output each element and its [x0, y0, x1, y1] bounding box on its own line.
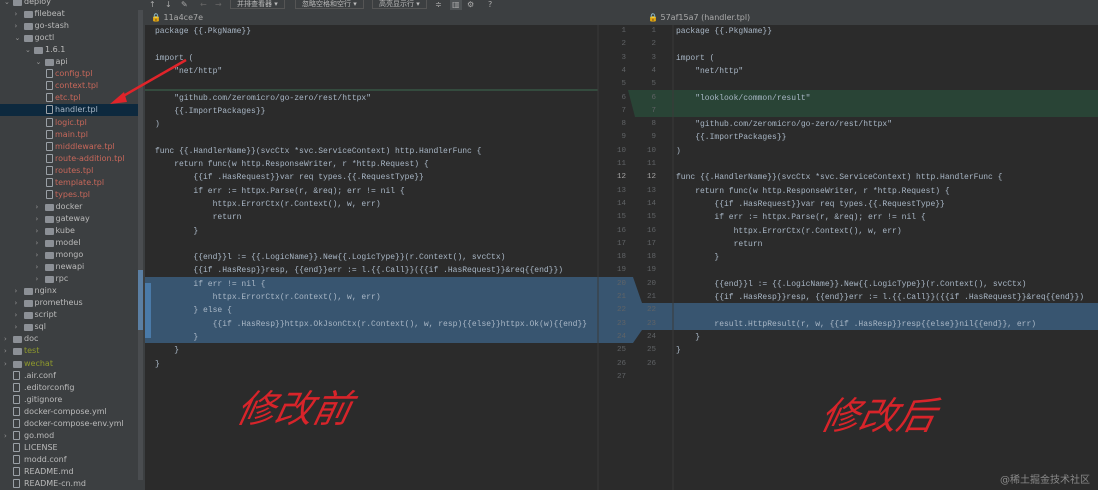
line-number: 1: [651, 27, 656, 35]
code-line: if err := httpx.Parse(r, &req); err != n…: [155, 186, 405, 196]
code-line: {{if .HasResp}}resp, {{end}}err := l.{{.…: [155, 266, 564, 276]
line-number: 14: [646, 199, 656, 208]
line-number: 25: [646, 346, 656, 355]
line-number: 19: [646, 266, 656, 275]
code-line: httpx.ErrorCtx(r.Context(), w, err): [155, 199, 381, 209]
line-number: 13: [616, 186, 626, 195]
code-line: package {{.PkgName}}: [155, 27, 252, 36]
code-line: }: [676, 346, 681, 356]
line-number: 15: [646, 213, 656, 222]
line-number: 12: [646, 173, 656, 182]
line-number: 4: [621, 66, 626, 75]
line-number: 7: [621, 106, 626, 115]
line-number: 21: [646, 293, 656, 301]
line-number: 18: [646, 253, 656, 262]
code-line: }: [155, 346, 180, 356]
line-number: 18: [616, 253, 626, 262]
line-number: 10: [616, 146, 626, 155]
code-line: "github.com/zeromicro/go-zero/rest/httpx…: [155, 93, 372, 103]
code-line: "net/http": [155, 66, 223, 76]
code-line: {{.ImportPackages}}: [676, 133, 787, 143]
line-number: 22: [616, 306, 626, 315]
code-line: "net/http": [676, 66, 744, 76]
line-number: 25: [616, 346, 626, 355]
line-number: 9: [621, 133, 626, 142]
code-line: return: [155, 213, 242, 223]
code-line: }: [155, 332, 199, 342]
line-number: 1: [621, 27, 626, 35]
line-number: 6: [651, 93, 656, 102]
code-line: httpx.ErrorCtx(r.Context(), w, err): [155, 293, 381, 302]
code-line: {{if .HasRequest}}var req types.{{.Reque…: [676, 199, 945, 209]
line-number: 8: [651, 120, 656, 129]
line-number: 11: [646, 160, 656, 168]
code-line: }: [155, 226, 199, 236]
code-line: return func(w http.ResponseWriter, r *ht…: [155, 160, 429, 169]
line-number: 8: [621, 120, 626, 129]
code-line: package {{.PkgName}}: [676, 27, 773, 36]
line-number: 22: [646, 306, 656, 315]
line-number: 10: [646, 146, 656, 155]
code-line: }: [676, 332, 701, 342]
line-number: 17: [616, 239, 626, 248]
line-number: 26: [646, 359, 656, 368]
line-number: 9: [651, 133, 656, 142]
line-number: 23: [646, 319, 656, 328]
changed-gutter-marker: [145, 283, 151, 338]
code-line: } else {: [155, 306, 232, 316]
code-line: func {{.HandlerName}}(svcCtx *svc.Servic…: [676, 173, 1003, 183]
watermark: @稀土掘金技术社区: [1000, 475, 1090, 486]
code-line: if err := httpx.Parse(r, &req); err != n…: [676, 213, 926, 223]
code-line: {{end}}l := {{.LogicName}}.New{{.LogicTy…: [155, 253, 506, 263]
code-line: {{if .HasRequest}}var req types.{{.Reque…: [155, 173, 424, 183]
code-line: }: [676, 253, 720, 263]
line-number: 3: [621, 53, 626, 62]
code-line: httpx.ErrorCtx(r.Context(), w, err): [676, 226, 902, 236]
code-line: result.HttpResult(r, w, {{if .HasResp}}r…: [676, 319, 1037, 329]
line-number: 2: [651, 40, 656, 49]
line-number: 17: [646, 239, 656, 248]
line-number: 4: [651, 66, 656, 75]
line-number: 21: [616, 293, 626, 301]
line-number: 5: [651, 80, 656, 89]
code-line: {{if .HasResp}}httpx.OkJsonCtx(r.Context…: [155, 319, 588, 329]
line-number: 14: [616, 199, 626, 208]
code-line: {{if .HasResp}}resp, {{end}}err := l.{{.…: [676, 293, 1085, 302]
code-line: {{.ImportPackages}}: [155, 106, 266, 116]
line-number: 27: [616, 372, 626, 381]
line-number: 2: [621, 40, 626, 49]
line-number: 6: [621, 93, 626, 102]
line-number: 26: [616, 359, 626, 368]
line-number: 20: [646, 279, 656, 288]
line-number: 24: [616, 332, 626, 341]
code-line: ): [155, 120, 160, 130]
line-number: 19: [616, 266, 626, 275]
code-line: "github.com/zeromicro/go-zero/rest/httpx…: [676, 120, 893, 130]
line-number: 13: [646, 186, 656, 195]
line-number: 3: [651, 53, 656, 62]
line-number: 12: [616, 173, 626, 182]
code-line: ): [676, 146, 681, 156]
code-line: func {{.HandlerName}}(svcCtx *svc.Servic…: [155, 146, 482, 156]
before-annotation: 修改前: [232, 387, 356, 431]
line-number: 15: [616, 213, 626, 222]
code-line: import (: [155, 53, 194, 63]
line-number: 5: [621, 80, 626, 89]
code-line: }: [155, 359, 160, 369]
line-number: 20: [616, 279, 626, 288]
code-line: "looklook/common/result": [676, 93, 811, 103]
line-number: 7: [651, 106, 656, 115]
line-number: 16: [616, 226, 626, 235]
after-annotation: 修改后: [816, 394, 940, 438]
code-line: import (: [676, 53, 715, 63]
line-number: 16: [646, 226, 656, 235]
code-line: {{end}}l := {{.LogicName}}.New{{.LogicTy…: [676, 279, 1027, 289]
line-number: 24: [646, 332, 656, 341]
line-number: 23: [616, 319, 626, 328]
code-line: if err != nil {: [155, 279, 266, 289]
line-number: 11: [616, 160, 626, 168]
code-line: return func(w http.ResponseWriter, r *ht…: [676, 186, 950, 196]
code-line: return: [676, 239, 763, 249]
